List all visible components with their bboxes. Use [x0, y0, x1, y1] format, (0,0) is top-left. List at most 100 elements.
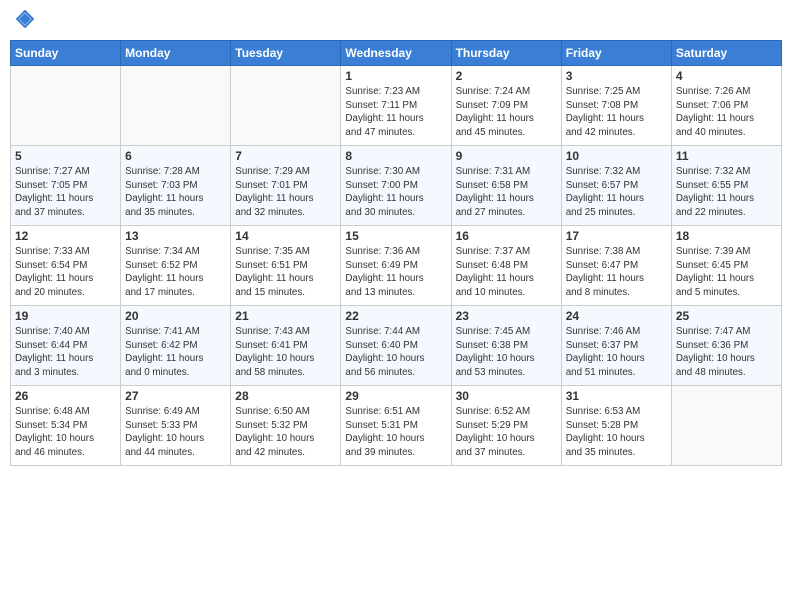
day-info: Sunrise: 7:26 AM Sunset: 7:06 PM Dayligh… [676, 85, 777, 140]
logo-icon [16, 10, 34, 28]
day-info: Sunrise: 7:25 AM Sunset: 7:08 PM Dayligh… [566, 85, 667, 140]
calendar-day-cell: 31 Sunrise: 6:53 AM Sunset: 5:28 PM Dayli… [561, 386, 671, 466]
day-info: Sunrise: 7:23 AM Sunset: 7:11 PM Dayligh… [345, 85, 446, 140]
day-number: 1 [345, 69, 446, 83]
calendar-day-cell: 12 Sunrise: 7:33 AM Sunset: 6:54 PM Dayli… [11, 226, 121, 306]
calendar-day-cell: 13 Sunrise: 7:34 AM Sunset: 6:52 PM Dayli… [121, 226, 231, 306]
calendar-day-cell: 18 Sunrise: 7:39 AM Sunset: 6:45 PM Dayli… [671, 226, 781, 306]
weekday-header-saturday: Saturday [671, 41, 781, 66]
calendar-week-row: 12 Sunrise: 7:33 AM Sunset: 6:54 PM Dayli… [11, 226, 782, 306]
day-info: Sunrise: 7:41 AM Sunset: 6:42 PM Dayligh… [125, 325, 226, 380]
calendar-day-cell: 21 Sunrise: 7:43 AM Sunset: 6:41 PM Dayli… [231, 306, 341, 386]
day-info: Sunrise: 7:33 AM Sunset: 6:54 PM Dayligh… [15, 245, 116, 300]
day-number: 2 [456, 69, 557, 83]
calendar-day-cell: 3Sunrise: 7:25 AM Sunset: 7:08 PM Daylig… [561, 66, 671, 146]
calendar-day-cell: 10 Sunrise: 7:32 AM Sunset: 6:57 PM Dayli… [561, 146, 671, 226]
day-number: 19 [15, 309, 116, 323]
day-info: Sunrise: 6:53 AM Sunset: 5:28 PM Dayligh… [566, 405, 667, 460]
day-info: Sunrise: 7:36 AM Sunset: 6:49 PM Dayligh… [345, 245, 446, 300]
calendar-day-cell: 26 Sunrise: 6:48 AM Sunset: 5:34 PM Dayli… [11, 386, 121, 466]
calendar-day-cell: 5Sunrise: 7:27 AM Sunset: 7:05 PM Daylig… [11, 146, 121, 226]
calendar-week-row: 5Sunrise: 7:27 AM Sunset: 7:05 PM Daylig… [11, 146, 782, 226]
calendar-day-cell: 16 Sunrise: 7:37 AM Sunset: 6:48 PM Dayli… [451, 226, 561, 306]
calendar-day-cell: 2Sunrise: 7:24 AM Sunset: 7:09 PM Daylig… [451, 66, 561, 146]
day-info: Sunrise: 7:37 AM Sunset: 6:48 PM Dayligh… [456, 245, 557, 300]
weekday-header-sunday: Sunday [11, 41, 121, 66]
calendar-day-cell: 14Sunrise: 7:35 AM Sunset: 6:51 PM Dayli… [231, 226, 341, 306]
calendar-day-cell: 9 Sunrise: 7:31 AM Sunset: 6:58 PM Daylig… [451, 146, 561, 226]
calendar-empty-cell [671, 386, 781, 466]
calendar-day-cell: 1 Sunrise: 7:23 AM Sunset: 7:11 PM Daylig… [341, 66, 451, 146]
calendar-table: SundayMondayTuesdayWednesdayThursdayFrid… [10, 40, 782, 466]
day-number: 9 [456, 149, 557, 163]
calendar-day-cell: 29 Sunrise: 6:51 AM Sunset: 5:31 PM Dayli… [341, 386, 451, 466]
day-number: 16 [456, 229, 557, 243]
day-info: Sunrise: 7:34 AM Sunset: 6:52 PM Dayligh… [125, 245, 226, 300]
calendar-day-cell: 25 Sunrise: 7:47 AM Sunset: 6:36 PM Dayli… [671, 306, 781, 386]
day-number: 6 [125, 149, 226, 163]
calendar-day-cell: 30 Sunrise: 6:52 AM Sunset: 5:29 PM Dayli… [451, 386, 561, 466]
day-info: Sunrise: 6:50 AM Sunset: 5:32 PM Dayligh… [235, 405, 336, 460]
day-number: 12 [15, 229, 116, 243]
day-number: 22 [345, 309, 446, 323]
day-info: Sunrise: 7:44 AM Sunset: 6:40 PM Dayligh… [345, 325, 446, 380]
day-number: 29 [345, 389, 446, 403]
day-info: Sunrise: 7:43 AM Sunset: 6:41 PM Dayligh… [235, 325, 336, 380]
day-info: Sunrise: 7:46 AM Sunset: 6:37 PM Dayligh… [566, 325, 667, 380]
day-number: 26 [15, 389, 116, 403]
day-number: 15 [345, 229, 446, 243]
day-info: Sunrise: 7:40 AM Sunset: 6:44 PM Dayligh… [15, 325, 116, 380]
calendar-day-cell: 20Sunrise: 7:41 AM Sunset: 6:42 PM Dayli… [121, 306, 231, 386]
weekday-header-wednesday: Wednesday [341, 41, 451, 66]
day-info: Sunrise: 7:45 AM Sunset: 6:38 PM Dayligh… [456, 325, 557, 380]
calendar-week-row: 19 Sunrise: 7:40 AM Sunset: 6:44 PM Dayli… [11, 306, 782, 386]
day-number: 31 [566, 389, 667, 403]
day-info: Sunrise: 7:47 AM Sunset: 6:36 PM Dayligh… [676, 325, 777, 380]
day-number: 4 [676, 69, 777, 83]
day-info: Sunrise: 7:38 AM Sunset: 6:47 PM Dayligh… [566, 245, 667, 300]
calendar-day-cell: 6 Sunrise: 7:28 AM Sunset: 7:03 PM Daylig… [121, 146, 231, 226]
day-number: 23 [456, 309, 557, 323]
day-number: 13 [125, 229, 226, 243]
calendar-empty-cell [231, 66, 341, 146]
weekday-header-row: SundayMondayTuesdayWednesdayThursdayFrid… [11, 41, 782, 66]
day-info: Sunrise: 6:52 AM Sunset: 5:29 PM Dayligh… [456, 405, 557, 460]
day-number: 21 [235, 309, 336, 323]
day-number: 25 [676, 309, 777, 323]
weekday-header-tuesday: Tuesday [231, 41, 341, 66]
calendar-day-cell: 15 Sunrise: 7:36 AM Sunset: 6:49 PM Dayli… [341, 226, 451, 306]
calendar-week-row: 1 Sunrise: 7:23 AM Sunset: 7:11 PM Daylig… [11, 66, 782, 146]
calendar-day-cell: 24 Sunrise: 7:46 AM Sunset: 6:37 PM Dayli… [561, 306, 671, 386]
weekday-header-friday: Friday [561, 41, 671, 66]
day-number: 18 [676, 229, 777, 243]
calendar-empty-cell [11, 66, 121, 146]
calendar-empty-cell [121, 66, 231, 146]
calendar-day-cell: 27Sunrise: 6:49 AM Sunset: 5:33 PM Dayli… [121, 386, 231, 466]
day-number: 14 [235, 229, 336, 243]
day-number: 30 [456, 389, 557, 403]
calendar-day-cell: 19 Sunrise: 7:40 AM Sunset: 6:44 PM Dayli… [11, 306, 121, 386]
day-number: 7 [235, 149, 336, 163]
calendar-day-cell: 4 Sunrise: 7:26 AM Sunset: 7:06 PM Daylig… [671, 66, 781, 146]
day-info: Sunrise: 7:29 AM Sunset: 7:01 PM Dayligh… [235, 165, 336, 220]
calendar-day-cell: 23 Sunrise: 7:45 AM Sunset: 6:38 PM Dayli… [451, 306, 561, 386]
day-number: 5 [15, 149, 116, 163]
calendar-day-cell: 8Sunrise: 7:30 AM Sunset: 7:00 PM Daylig… [341, 146, 451, 226]
day-number: 10 [566, 149, 667, 163]
day-info: Sunrise: 6:51 AM Sunset: 5:31 PM Dayligh… [345, 405, 446, 460]
weekday-header-thursday: Thursday [451, 41, 561, 66]
day-info: Sunrise: 7:32 AM Sunset: 6:57 PM Dayligh… [566, 165, 667, 220]
day-number: 24 [566, 309, 667, 323]
calendar-day-cell: 7 Sunrise: 7:29 AM Sunset: 7:01 PM Daylig… [231, 146, 341, 226]
calendar-day-cell: 17 Sunrise: 7:38 AM Sunset: 6:47 PM Dayli… [561, 226, 671, 306]
day-info: Sunrise: 7:31 AM Sunset: 6:58 PM Dayligh… [456, 165, 557, 220]
calendar-week-row: 26 Sunrise: 6:48 AM Sunset: 5:34 PM Dayli… [11, 386, 782, 466]
day-info: Sunrise: 7:39 AM Sunset: 6:45 PM Dayligh… [676, 245, 777, 300]
day-number: 17 [566, 229, 667, 243]
day-number: 11 [676, 149, 777, 163]
calendar-day-cell: 28Sunrise: 6:50 AM Sunset: 5:32 PM Dayli… [231, 386, 341, 466]
day-info: Sunrise: 6:48 AM Sunset: 5:34 PM Dayligh… [15, 405, 116, 460]
day-info: Sunrise: 6:49 AM Sunset: 5:33 PM Dayligh… [125, 405, 226, 460]
day-info: Sunrise: 7:32 AM Sunset: 6:55 PM Dayligh… [676, 165, 777, 220]
day-info: Sunrise: 7:28 AM Sunset: 7:03 PM Dayligh… [125, 165, 226, 220]
